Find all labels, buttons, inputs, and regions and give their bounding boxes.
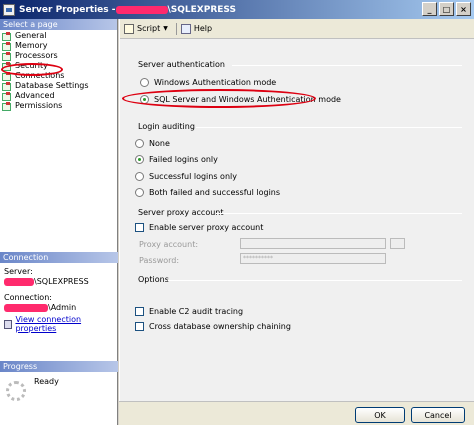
progress-spinner-icon <box>6 381 26 401</box>
server-value: \SQLEXPRESS <box>4 277 116 287</box>
connection-value: \Admin <box>4 303 116 313</box>
help-button[interactable]: Help <box>180 23 213 34</box>
proxy-title: Server proxy account <box>138 208 224 217</box>
audit-failed-radio[interactable] <box>135 154 144 164</box>
audit-none-option[interactable]: None <box>135 138 170 148</box>
server-label: Server: <box>4 267 33 276</box>
page-icon <box>2 82 12 91</box>
left-panel: Select a page General Memory Processors … <box>0 19 118 425</box>
page-icon <box>2 42 12 51</box>
audit-both-label: Both failed and successful logins <box>149 187 281 197</box>
server-value-text: \SQLEXPRESS <box>34 277 89 286</box>
close-button[interactable]: × <box>456 2 471 16</box>
sidebar-item-label: Processors <box>15 51 58 60</box>
minimize-button[interactable]: _ <box>422 2 437 16</box>
audit-both-option[interactable]: Both failed and successful logins <box>135 187 280 197</box>
enable-proxy-checkbox[interactable] <box>135 222 144 232</box>
redacted-user <box>4 303 48 312</box>
progress-status: Ready <box>34 377 59 386</box>
audit-successful-label: Successful logins only <box>149 171 237 181</box>
login-auditing-title: Login auditing <box>138 122 195 131</box>
group-divider <box>216 213 462 214</box>
toolbar-separator <box>175 22 177 35</box>
sidebar-item-label: General <box>15 31 47 40</box>
group-divider <box>168 280 462 281</box>
select-page-header: Select a page <box>0 19 117 30</box>
window-title-prefix: Server Properties - <box>19 4 116 15</box>
enable-proxy-option[interactable]: Enable server proxy account <box>135 222 263 232</box>
page-icon <box>2 32 12 41</box>
mixed-auth-highlight-ellipse <box>122 89 316 108</box>
proxy-account-input[interactable] <box>240 238 386 249</box>
page-icon <box>2 92 12 101</box>
audit-successful-radio[interactable] <box>135 171 144 181</box>
sidebar-item-advanced[interactable]: Advanced <box>2 91 117 101</box>
password-input[interactable]: ********** <box>240 253 386 264</box>
password-label: Password: <box>139 256 180 265</box>
enable-proxy-label: Enable server proxy account <box>149 222 264 232</box>
progress-header: Progress <box>0 361 118 372</box>
redacted-server-name <box>115 5 168 14</box>
options-title: Options <box>138 275 169 284</box>
title-bar: Server Properties - \SQLEXPRESS _ □ × <box>0 0 474 19</box>
cross-db-label: Cross database ownership chaining <box>149 321 291 331</box>
dialog-footer: OK Cancel <box>119 401 474 425</box>
cross-db-option[interactable]: Cross database ownership chaining <box>135 321 291 331</box>
audit-failed-label: Failed logins only <box>149 154 218 164</box>
script-label: Script <box>137 24 161 33</box>
audit-none-radio[interactable] <box>135 138 144 148</box>
connection-label: Connection: <box>4 293 52 302</box>
c2-audit-option[interactable]: Enable C2 audit tracing <box>135 306 243 316</box>
windows-auth-radio[interactable] <box>140 77 149 87</box>
sidebar-item-label: Permissions <box>15 101 63 110</box>
maximize-button[interactable]: □ <box>439 2 454 16</box>
chevron-down-icon: ▼ <box>163 25 168 32</box>
help-label: Help <box>193 24 213 33</box>
sidebar-item-label: Advanced <box>15 91 55 100</box>
progress-info: Ready <box>6 377 59 401</box>
c2-audit-label: Enable C2 audit tracing <box>149 306 244 316</box>
connection-info: Server: \SQLEXPRESS Connection: \Admin V… <box>4 267 116 333</box>
help-icon <box>180 23 191 34</box>
audit-failed-option[interactable]: Failed logins only <box>135 154 218 164</box>
windows-auth-label: Windows Authentication mode <box>154 77 277 87</box>
connection-header: Connection <box>0 252 118 263</box>
audit-both-radio[interactable] <box>135 187 144 197</box>
sidebar-item-database-settings[interactable]: Database Settings <box>2 81 117 91</box>
proxy-account-label: Proxy account: <box>139 240 199 249</box>
page-icon <box>2 102 12 111</box>
sidebar-item-label: Memory <box>15 41 48 50</box>
toolbar: Script ▼ Help <box>120 19 474 39</box>
page-icon <box>2 52 12 61</box>
redacted-server <box>4 277 34 286</box>
audit-successful-option[interactable]: Successful logins only <box>135 171 237 181</box>
proxy-browse-button[interactable] <box>390 238 405 249</box>
sidebar-item-processors[interactable]: Processors <box>2 51 117 61</box>
view-connection-properties-label: View connection properties <box>15 315 82 333</box>
window-title-suffix: \SQLEXPRESS <box>167 4 236 15</box>
sidebar-item-memory[interactable]: Memory <box>2 41 117 51</box>
sidebar-item-permissions[interactable]: Permissions <box>2 101 117 111</box>
properties-icon <box>4 319 13 329</box>
group-divider <box>232 65 462 66</box>
cancel-button[interactable]: Cancel <box>411 407 465 423</box>
cross-db-checkbox[interactable] <box>135 321 144 331</box>
group-divider <box>196 127 462 128</box>
server-auth-title: Server authentication <box>138 60 225 69</box>
main-panel: Script ▼ Help Server authentication Wind… <box>119 19 474 401</box>
sidebar-item-label: Database Settings <box>15 81 89 90</box>
connection-value-text: \Admin <box>48 303 77 312</box>
script-icon <box>124 23 134 34</box>
c2-audit-checkbox[interactable] <box>135 306 144 316</box>
window-icon <box>3 3 15 16</box>
script-button[interactable]: Script ▼ <box>124 23 168 34</box>
audit-none-label: None <box>149 138 170 148</box>
view-connection-properties-link[interactable]: View connection properties <box>4 315 116 333</box>
security-highlight-ellipse <box>1 63 63 76</box>
sidebar-item-general[interactable]: General <box>2 31 117 41</box>
ok-button[interactable]: OK <box>355 407 405 423</box>
windows-auth-option[interactable]: Windows Authentication mode <box>140 77 276 87</box>
